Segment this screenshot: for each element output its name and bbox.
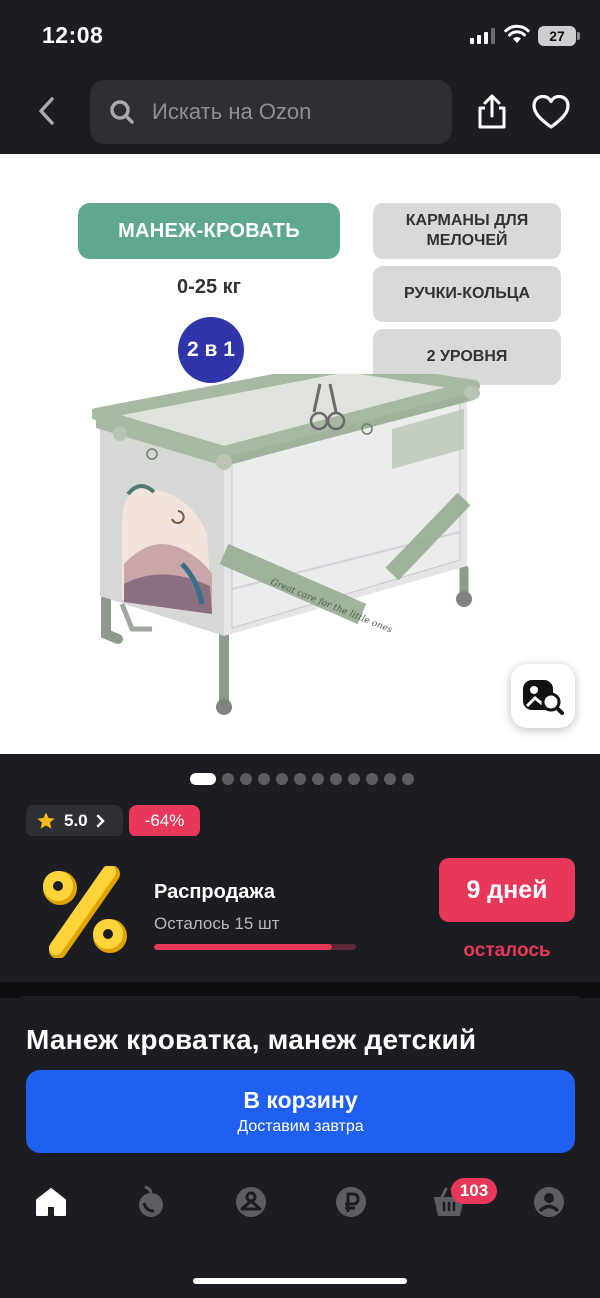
wifi-icon [504,24,530,43]
tab-ozon-bank[interactable] [333,1184,369,1220]
pagination-dot [348,773,360,785]
playpen-badge: МАНЕЖ-КРОВАТЬ [78,203,340,259]
discount-badge: -64% [129,805,200,837]
pagination-dot [330,773,342,785]
rating-chip[interactable]: 5.0 [26,805,123,837]
chevron-left-icon [39,97,54,125]
purchase-panel: Манеж кроватка, манеж детский В корзину … [0,996,600,1298]
visual-search-button[interactable] [511,664,575,728]
pagination-dot [402,773,414,785]
playpen-product-illustration: Great care for the little ones [92,374,480,715]
tab-fresh[interactable] [133,1184,169,1220]
ruble-icon [336,1187,366,1217]
favorite-heart-icon[interactable] [530,92,572,132]
home-indicator[interactable] [193,1278,407,1284]
profile-icon [534,1187,564,1217]
cart-count-badge: 103 [451,1178,497,1204]
search-icon [110,100,134,124]
days-left-caption: осталось [463,940,551,961]
home-icon [36,1188,66,1216]
add-to-cart-button[interactable]: В корзину Доставим завтра [26,1070,575,1153]
rating-value: 5.0 [64,811,88,830]
pagination-dot [366,773,378,785]
feature-pockets: КАРМАНЫ ДЛЯ МЕЛОЧЕЙ [373,203,561,259]
product-image-gallery[interactable]: МАНЕЖ-КРОВАТЬ 0-25 кг 2 в 1 КАРМАНЫ ДЛЯ … [0,154,600,754]
pagination-dot [312,773,324,785]
share-icon[interactable] [472,92,512,132]
catalog-icon [236,1187,266,1217]
delivery-date-label: Доставим завтра [237,1118,364,1135]
pagination-dot [294,773,306,785]
pagination-dot [190,773,216,785]
sale-title: Распродажа [154,881,275,903]
percent-icon [43,866,127,958]
status-bar: 12:08 27 [0,0,600,72]
tab-profile[interactable] [531,1184,567,1220]
back-button[interactable] [30,94,64,128]
pagination-dot [384,773,396,785]
cellular-signal-icon [470,28,495,44]
status-time: 12:08 [42,22,104,48]
stock-progress-fill [154,944,332,950]
days-left-badge: 9 дней [439,858,575,922]
fresh-icon [139,1185,163,1217]
search-input[interactable]: Искать на Ozon [90,80,452,144]
sale-banner[interactable]: Распродажа Осталось 15 шт 9 дней осталос… [0,836,600,982]
top-bar: Искать на Ozon [0,72,600,154]
tab-catalog[interactable] [233,1184,269,1220]
pagination-dot [222,773,234,785]
pagination-dot [258,773,270,785]
pagination-dot [240,773,252,785]
bottom-tab-bar [0,1176,600,1236]
star-icon [37,812,55,829]
battery-indicator: 27 [538,26,580,46]
product-title: Манеж кроватка, манеж детский [26,1024,477,1055]
image-search-icon [523,680,564,715]
stock-progress-bar [154,944,356,950]
weight-range-label: 0-25 кг [177,276,241,298]
pagination-dot [276,773,288,785]
feature-ring-handles: РУЧКИ-КОЛЬЦА [373,266,561,322]
add-to-cart-label: В корзину [243,1087,358,1113]
stock-remaining: Осталось 15 шт [154,914,280,933]
gallery-pagination [190,772,414,786]
search-placeholder: Искать на Ozon [152,99,312,124]
chevron-right-icon [96,814,105,828]
tab-home[interactable] [33,1184,69,1220]
